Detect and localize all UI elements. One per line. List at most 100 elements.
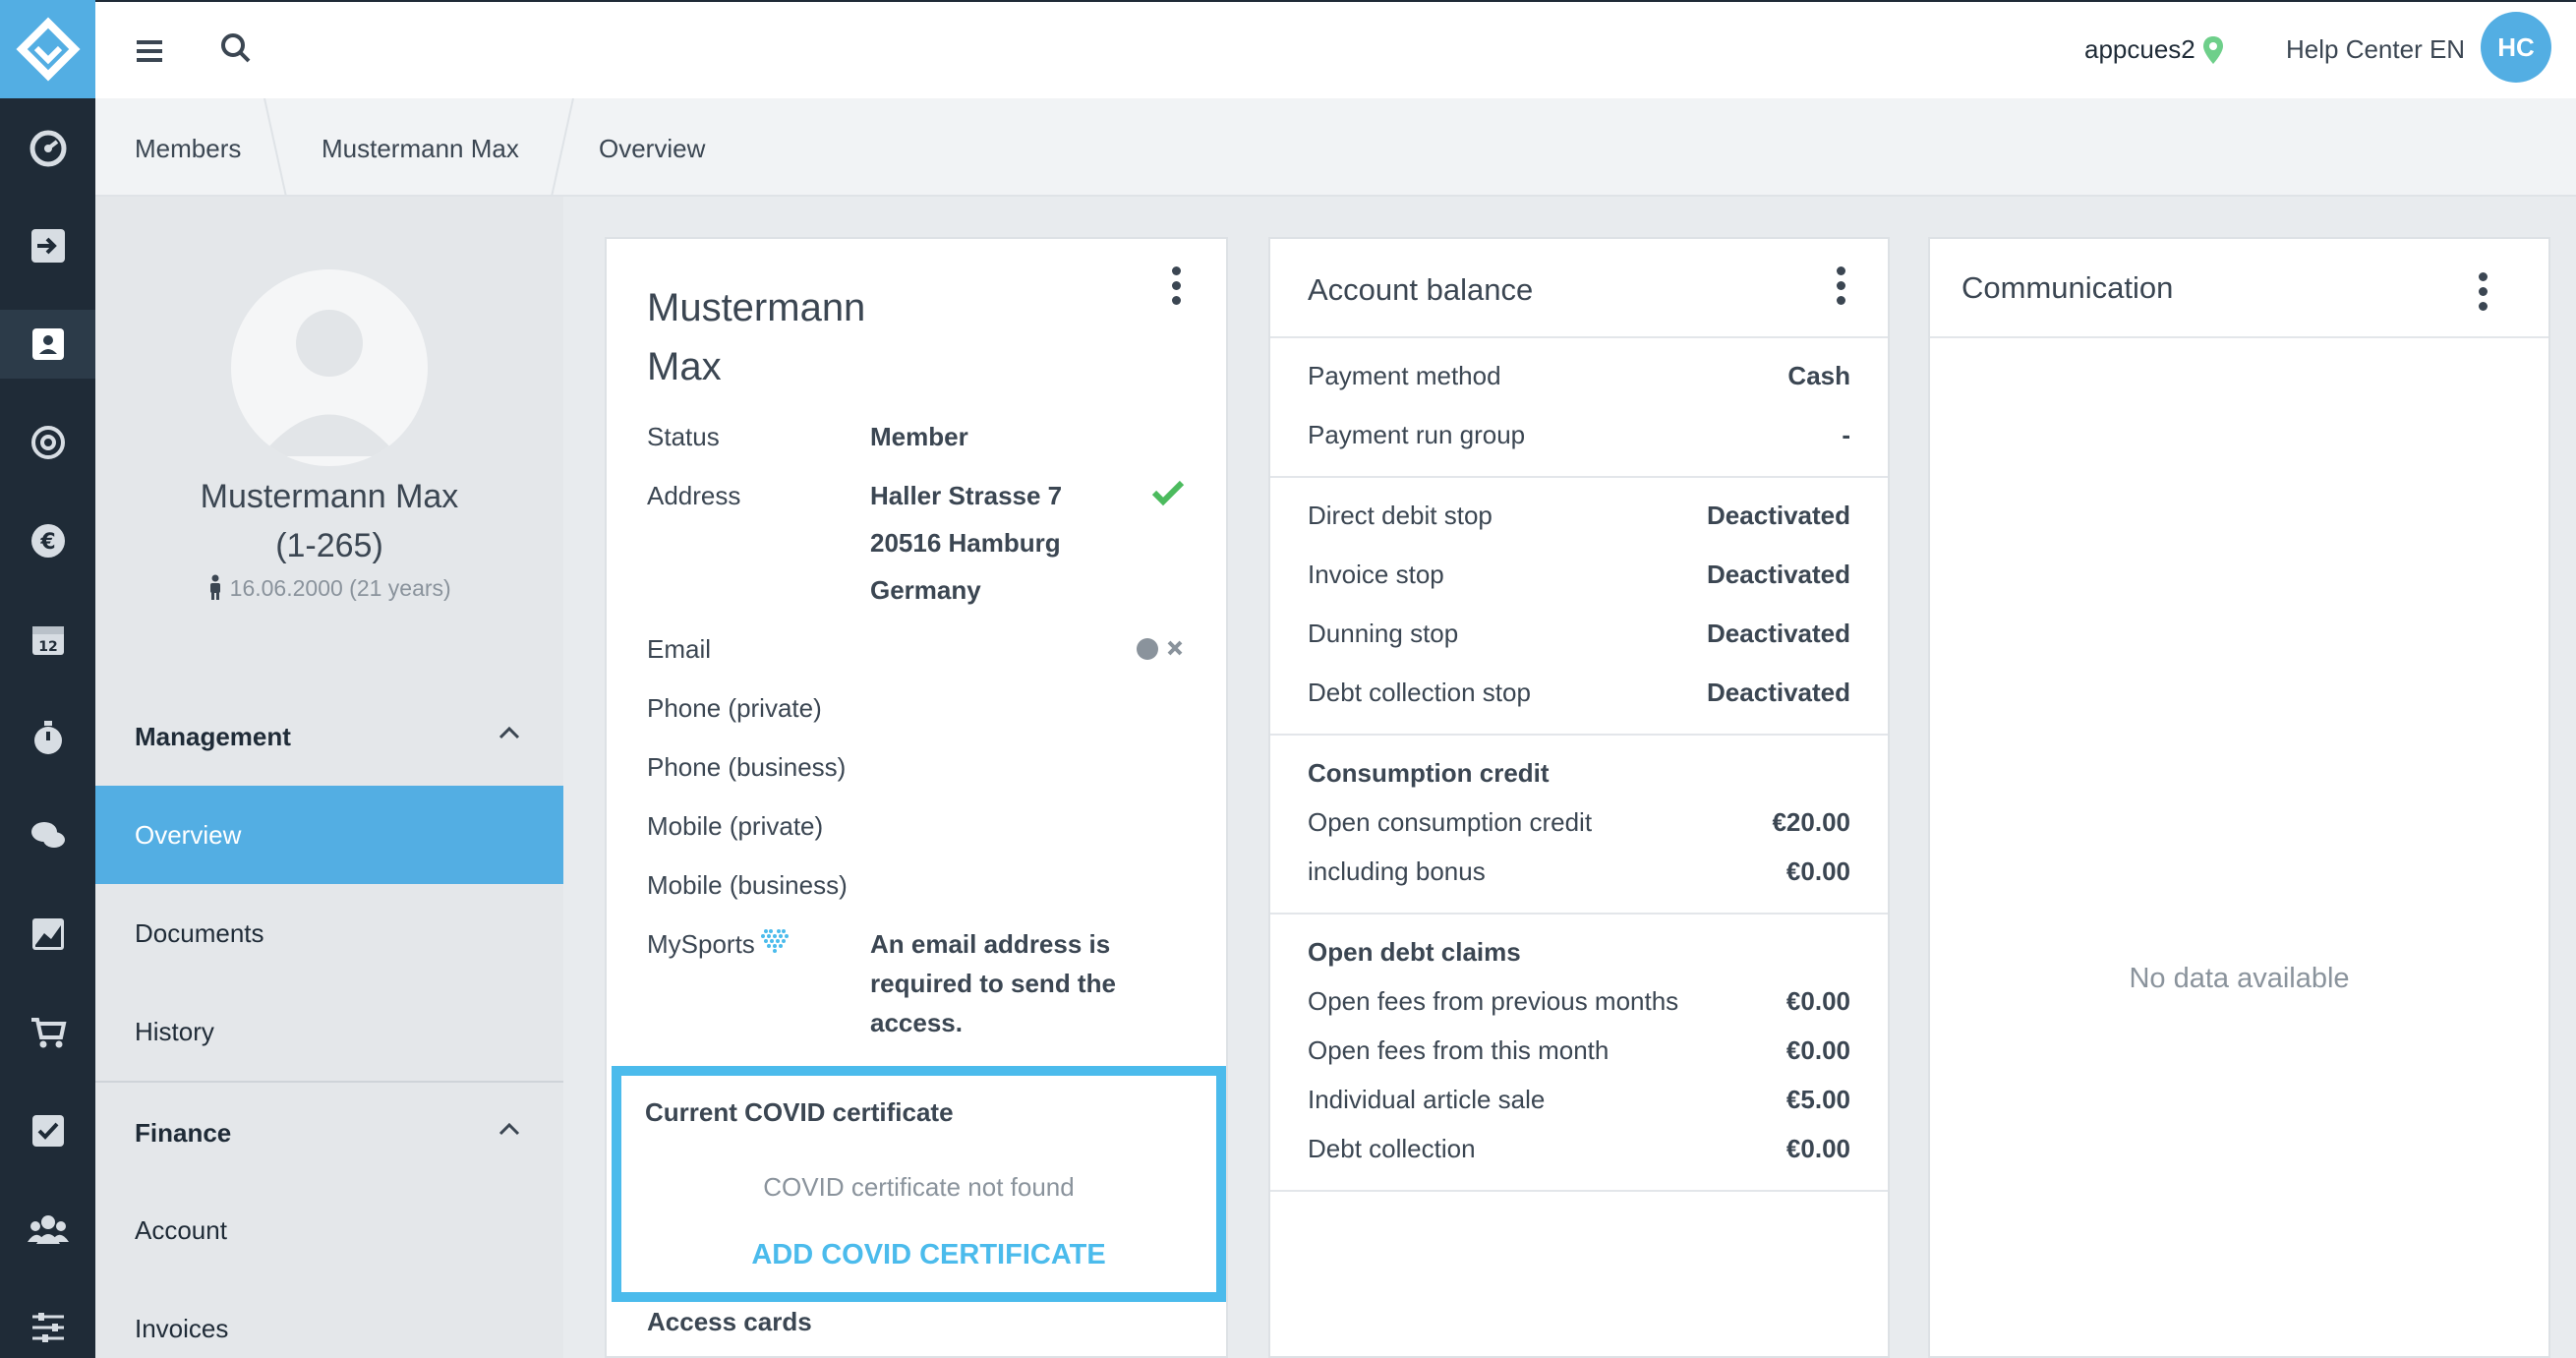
nav-tasks[interactable]	[0, 1096, 95, 1165]
direct-debit-stop-value: Deactivated	[1707, 501, 1850, 530]
app-nav-rail: € 12	[0, 0, 95, 1358]
email-status-icon	[1136, 637, 1191, 666]
card-divider	[1270, 1190, 1888, 1192]
sign-in-icon	[30, 229, 65, 263]
breadcrumb: Members Mustermann Max Overview	[95, 98, 2576, 197]
section-management[interactable]: Management	[135, 722, 291, 752]
debt-collection-stop-value: Deactivated	[1707, 678, 1850, 707]
search-button[interactable]	[218, 30, 258, 70]
nav-settings[interactable]	[0, 408, 95, 477]
breadcrumb-member[interactable]: Mustermann Max	[322, 134, 519, 164]
breadcrumb-members[interactable]: Members	[135, 134, 241, 164]
communication-card: Communication No data available	[1928, 237, 2550, 1358]
phone-business-label: Phone (business)	[647, 752, 847, 782]
mobile-business-label: Mobile (business)	[647, 870, 848, 900]
breadcrumb-separator	[551, 98, 574, 197]
nav-checkin[interactable]	[0, 211, 95, 280]
invoice-stop-value: Deactivated	[1707, 560, 1850, 589]
direct-debit-stop-label: Direct debit stop	[1308, 501, 1493, 530]
svg-text:€: €	[39, 530, 55, 555]
nav-calendar[interactable]: 12	[0, 605, 95, 674]
chevron-up-icon[interactable]	[498, 726, 520, 739]
breadcrumb-overview: Overview	[599, 134, 706, 163]
payment-method-label: Payment method	[1308, 361, 1501, 390]
invoice-stop-label: Invoice stop	[1308, 560, 1444, 589]
communication-card-menu-button[interactable]	[2477, 272, 2488, 312]
sidebar-item-overview[interactable]: Overview	[95, 786, 563, 884]
card-divider	[1270, 734, 1888, 736]
nav-messages[interactable]	[0, 801, 95, 870]
open-consumption-credit-value: €20.00	[1772, 807, 1850, 837]
open-consumption-credit-label: Open consumption credit	[1308, 807, 1593, 837]
card-divider	[1930, 336, 2548, 338]
location-pin-icon	[2202, 35, 2224, 70]
sidebar-item-account[interactable]: Account	[95, 1181, 563, 1279]
member-photo[interactable]	[231, 269, 428, 466]
search-icon	[221, 33, 251, 63]
payment-run-value: -	[1842, 420, 1850, 449]
sidebar-divider	[95, 1081, 563, 1083]
user-avatar[interactable]: HC	[2481, 12, 2551, 83]
users-icon	[27, 1215, 69, 1244]
covid-empty-text: COVID certificate not found	[763, 1172, 1075, 1202]
sliders-icon	[31, 1313, 64, 1342]
card-divider	[1270, 336, 1888, 338]
nav-adjustments[interactable]	[0, 1293, 95, 1358]
mysports-heart-icon	[761, 929, 789, 953]
fees-previous-months-value: €0.00	[1786, 986, 1850, 1016]
chevron-up-icon[interactable]	[498, 1122, 520, 1136]
card-divider	[1270, 913, 1888, 915]
member-first-name: Max	[647, 345, 722, 388]
checkbox-icon	[31, 1115, 64, 1147]
app-logo[interactable]	[0, 0, 95, 98]
nav-members[interactable]	[0, 310, 95, 379]
consumption-credit-heading: Consumption credit	[1308, 758, 1550, 788]
phone-private-label: Phone (private)	[647, 693, 822, 723]
including-bonus-label: including bonus	[1308, 856, 1486, 886]
nav-dashboard[interactable]	[0, 114, 95, 183]
sidebar-item-invoices[interactable]: Invoices	[95, 1279, 563, 1358]
account-balance-card: Account balance Payment method Cash Paym…	[1268, 237, 1890, 1358]
nav-finance[interactable]: €	[0, 506, 95, 575]
member-card-icon	[31, 328, 64, 360]
person-icon	[210, 574, 221, 600]
member-sidebar: Mustermann Max (1-265) 16.06.2000 (21 ye…	[95, 197, 563, 1358]
section-finance[interactable]: Finance	[135, 1118, 231, 1149]
debt-collection-stop-label: Debt collection stop	[1308, 678, 1531, 707]
add-covid-certificate-button[interactable]: ADD COVID CERTIFICATE	[621, 1239, 1236, 1271]
mysports-note-line3: access.	[870, 1008, 963, 1037]
dunning-stop-label: Dunning stop	[1308, 619, 1459, 648]
email-label: Email	[647, 634, 712, 664]
member-card-menu-button[interactable]	[1170, 266, 1182, 306]
studio-name[interactable]: appcues2	[2084, 34, 2195, 65]
hamburger-icon	[137, 40, 162, 62]
sidebar-item-history[interactable]: History	[95, 982, 563, 1081]
article-sale-value: €5.00	[1786, 1085, 1850, 1114]
debt-collection-label: Debt collection	[1308, 1134, 1476, 1163]
address-label: Address	[647, 481, 741, 510]
nav-reports[interactable]	[0, 900, 95, 969]
mobile-private-label: Mobile (private)	[647, 811, 824, 841]
including-bonus-value: €0.00	[1786, 856, 1850, 886]
svg-text:12: 12	[38, 639, 57, 655]
nav-groups[interactable]	[0, 1195, 95, 1264]
chat-icon	[30, 822, 65, 848]
communication-empty-text: No data available	[2129, 963, 2350, 994]
nav-shop[interactable]	[0, 998, 95, 1067]
top-bar: appcues2 Help Center EN HC	[95, 0, 2576, 98]
balance-card-menu-button[interactable]	[1835, 266, 1846, 306]
dashboard-icon	[29, 130, 66, 167]
card-divider	[1270, 476, 1888, 478]
sidebar-item-documents[interactable]: Documents	[95, 884, 563, 982]
help-center-link[interactable]: Help Center EN	[2286, 34, 2465, 65]
mysports-label: MySports	[647, 929, 755, 959]
member-birthdate: 16.06.2000 (21 years)	[95, 574, 563, 602]
euro-icon: €	[30, 524, 65, 558]
calendar-icon: 12	[31, 626, 64, 655]
menu-button[interactable]	[135, 34, 174, 68]
nav-timer[interactable]	[0, 703, 95, 772]
account-balance-title: Account balance	[1308, 272, 1534, 307]
cart-icon	[30, 1018, 66, 1048]
birthdate-text: 16.06.2000 (21 years)	[229, 575, 451, 601]
fees-previous-months-label: Open fees from previous months	[1308, 986, 1679, 1016]
